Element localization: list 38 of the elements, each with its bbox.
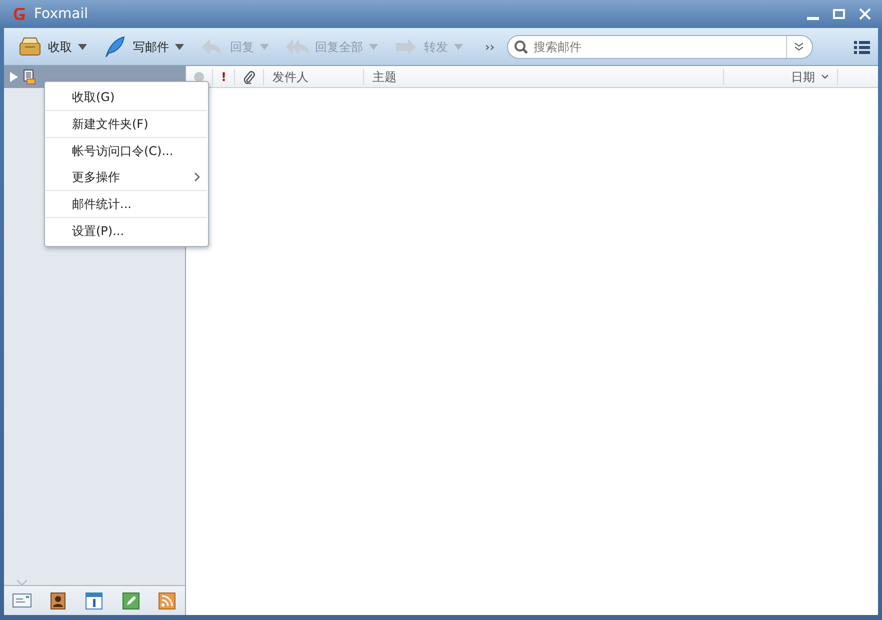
sort-caret-icon[interactable] — [821, 74, 829, 80]
column-header[interactable]: 主题 — [364, 68, 724, 84]
inbox-tray-icon — [18, 34, 42, 58]
account-icon — [21, 69, 37, 85]
mail-icon[interactable] — [12, 590, 32, 610]
close-icon[interactable] — [858, 7, 872, 21]
search-field[interactable]: 搜索邮件 — [506, 34, 813, 58]
read-status-icon — [194, 72, 204, 82]
window-title: Foxmail — [34, 4, 88, 24]
caret-icon — [369, 44, 378, 50]
maximize-icon[interactable] — [832, 7, 846, 21]
contacts-icon[interactable] — [48, 590, 68, 610]
caret-icon — [78, 44, 87, 50]
app-logo-icon — [12, 6, 28, 22]
pencil-note-icon[interactable] — [120, 590, 141, 610]
menu-item[interactable]: 新建文件夹(F) — [45, 111, 208, 137]
menu-item[interactable]: 收取(G) — [45, 84, 208, 110]
chevron-down-icon[interactable] — [794, 42, 804, 52]
calendar-icon[interactable] — [84, 590, 104, 610]
search-icon — [514, 40, 528, 54]
menu-icon[interactable] — [854, 40, 870, 54]
feather-icon — [103, 34, 127, 58]
menu-item[interactable]: 邮件统计... — [45, 191, 208, 217]
toolbar-button[interactable]: 收取 — [12, 32, 93, 60]
paperclip-icon — [243, 70, 256, 84]
toolbar-button[interactable]: 写邮件 — [97, 32, 190, 60]
overflow-button[interactable]: ›› — [485, 38, 495, 56]
priority-column-header[interactable]: ! — [213, 68, 236, 84]
menu-item[interactable]: 设置(P)... — [45, 218, 208, 244]
menu-item[interactable]: 更多操作 — [45, 164, 208, 190]
caret-icon — [454, 44, 463, 50]
caret-icon — [260, 44, 269, 50]
column-header[interactable]: 日期 — [728, 68, 838, 84]
rss-feed-icon[interactable] — [156, 590, 177, 610]
column-header[interactable]: 发件人 — [264, 68, 364, 84]
caret-icon — [175, 44, 184, 50]
menu-item[interactable]: 帐号访问口令(C)... — [45, 138, 208, 164]
expand-arrow-icon[interactable] — [10, 72, 18, 82]
